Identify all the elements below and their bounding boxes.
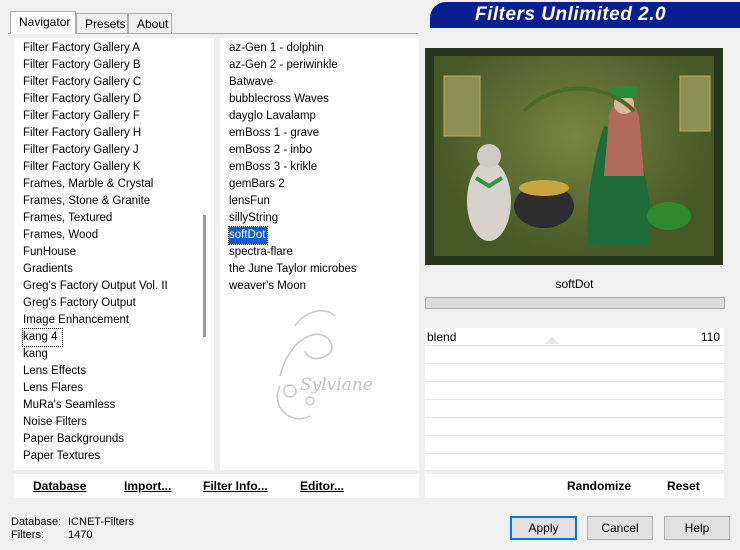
category-item[interactable]: Filter Factory Gallery C	[23, 74, 168, 91]
category-item[interactable]: Filter Factory Gallery H	[23, 125, 168, 142]
filter-item[interactable]: sillyString	[229, 210, 357, 227]
filter-info-button[interactable]: Filter Info...	[203, 479, 268, 493]
parameter-row[interactable]: blend 110	[425, 328, 724, 346]
category-item[interactable]: Frames, Textured	[23, 210, 168, 227]
tab-label: Navigator	[19, 15, 71, 29]
category-item[interactable]: Frames, Wood	[23, 227, 168, 244]
status-database-value: ICNET-Filters	[68, 516, 134, 528]
category-item[interactable]: MuRa's Seamless	[23, 397, 168, 414]
randomize-button[interactable]: Randomize	[567, 479, 631, 493]
filter-item[interactable]: emBoss 2 - inbo	[229, 142, 357, 159]
parameter-row-empty	[425, 400, 724, 418]
tab-about[interactable]: About	[128, 13, 172, 33]
tab-presets[interactable]: Presets	[76, 13, 128, 33]
parameter-value: 110	[700, 330, 720, 344]
category-item[interactable]: Paper Backgrounds	[23, 431, 168, 448]
parameter-row-empty	[425, 454, 724, 471]
category-list: Filter Factory Gallery A Filter Factory G…	[22, 40, 168, 465]
category-item[interactable]: Lens Effects	[23, 363, 168, 380]
filter-item[interactable]: the June Taylor microbes	[229, 261, 357, 278]
filter-name-label: softDot	[555, 277, 594, 291]
parameter-row-empty	[425, 418, 724, 436]
filter-progress-bar	[425, 297, 725, 309]
tab-navigator[interactable]: Navigator	[10, 11, 76, 34]
filter-item[interactable]: softDot	[227, 226, 269, 245]
filter-name-header: softDot	[425, 274, 724, 294]
database-button[interactable]: Database	[33, 479, 86, 493]
apply-button[interactable]: Apply	[510, 516, 577, 540]
category-item[interactable]: Lens Flares	[23, 380, 168, 397]
import-button[interactable]: Import...	[124, 479, 171, 493]
status-filters-value: 1470	[68, 529, 93, 541]
filter-item[interactable]: spectra-flare	[229, 244, 357, 261]
editor-button[interactable]: Editor...	[300, 479, 344, 493]
category-item[interactable]: Filter Factory Gallery F	[23, 108, 168, 125]
category-item[interactable]: Filter Factory Gallery D	[23, 91, 168, 108]
filter-item[interactable]: lensFun	[229, 193, 357, 210]
filter-panel: az-Gen 1 - dolphin az-Gen 2 - periwinkle B…	[220, 38, 419, 470]
category-item[interactable]: kang 4	[22, 328, 63, 347]
parameter-name: blend	[427, 330, 457, 344]
banner-title: Filters Unlimited 2.0	[475, 4, 667, 25]
parameter-row-empty	[425, 364, 724, 382]
status-filters-label: Filters:	[11, 529, 44, 541]
filter-item[interactable]: gemBars 2	[229, 176, 357, 193]
tab-label: About	[137, 17, 169, 31]
category-item[interactable]: Greg's Factory Output	[23, 295, 168, 312]
category-item[interactable]: Frames, Marble & Crystal	[23, 176, 168, 193]
parameter-row-empty	[425, 382, 724, 400]
category-item[interactable]: Frames, Stone & Granite	[23, 193, 168, 210]
filter-item[interactable]: az-Gen 2 - periwinkle	[229, 57, 357, 74]
preview-artwork	[434, 56, 714, 256]
reset-button[interactable]: Reset	[667, 479, 700, 493]
cancel-button[interactable]: Cancel	[587, 516, 653, 540]
status-database-label: Database:	[11, 516, 62, 528]
category-item[interactable]: Filter Factory Gallery B	[23, 57, 168, 74]
category-item[interactable]: Filter Factory Gallery K	[23, 159, 168, 176]
category-item[interactable]: Paper Textures	[23, 448, 168, 465]
filter-item[interactable]: weaver's Moon	[229, 278, 357, 295]
preview-image	[434, 56, 714, 256]
category-item[interactable]: Greg's Factory Output Vol. II	[23, 278, 168, 295]
filter-list: az-Gen 1 - dolphin az-Gen 2 - periwinkle B…	[227, 40, 357, 295]
slider-thumb-icon[interactable]	[545, 336, 559, 344]
filter-item[interactable]: az-Gen 1 - dolphin	[229, 40, 357, 57]
filter-item[interactable]: emBoss 1 - grave	[229, 125, 357, 142]
tab-label: Presets	[85, 17, 126, 31]
filter-item[interactable]: emBoss 3 - krikle	[229, 159, 357, 176]
category-item[interactable]: Noise Filters	[23, 414, 168, 431]
parameter-row-empty	[425, 346, 724, 364]
category-scrollbar-thumb[interactable]	[203, 215, 206, 337]
category-item[interactable]: FunHouse	[23, 244, 168, 261]
category-item[interactable]: Filter Factory Gallery J	[23, 142, 168, 159]
category-item[interactable]: kang	[23, 346, 168, 363]
filter-item[interactable]: bubblecross Waves	[229, 91, 357, 108]
watermark-text: Sylviane	[300, 375, 373, 395]
filter-item[interactable]: dayglo Lavalamp	[229, 108, 357, 125]
category-item[interactable]: Image Enhancement	[23, 312, 168, 329]
category-item[interactable]: Filter Factory Gallery A	[23, 40, 168, 57]
watermark-logo	[276, 310, 336, 420]
parameter-row-empty	[425, 436, 724, 454]
filter-item[interactable]: Batwave	[229, 74, 357, 91]
help-button[interactable]: Help	[664, 516, 730, 540]
category-item[interactable]: Gradients	[23, 261, 168, 278]
category-panel: Filter Factory Gallery A Filter Factory G…	[14, 38, 214, 470]
